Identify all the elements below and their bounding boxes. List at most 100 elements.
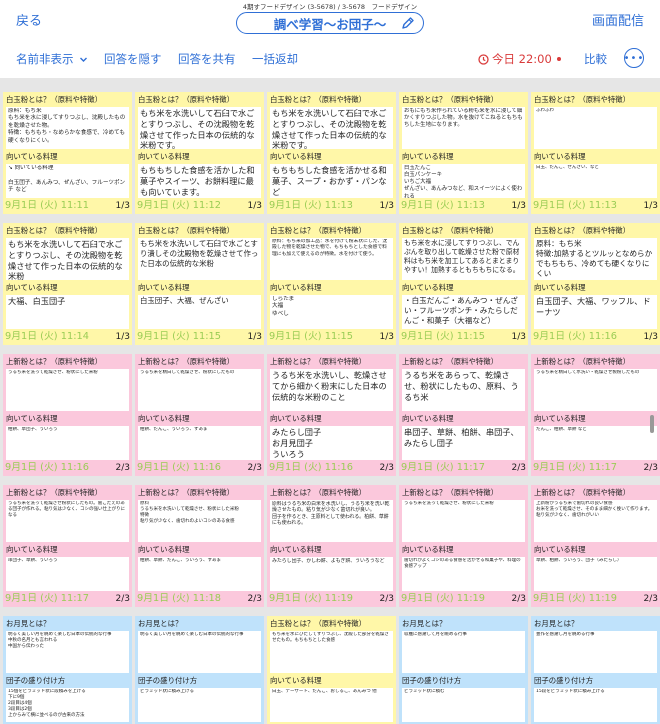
answer-box-2: 串団子、草餅、ういろう — [6, 557, 129, 591]
question-label: 上新粉とは？（原料や特徴） — [6, 357, 103, 366]
submission-time: 9月1日 (火) 11:16 — [5, 462, 89, 473]
answer-box: 原料はうるち米の白米を水洗いし、うるち米を洗い乾燥させたもの。粘り気が少なく歯切… — [270, 500, 393, 542]
student-answer-card[interactable]: 白玉粉とは？（原料や特徴） もち米を水にひたしてすりつぶし、沈殿した部分を乾燥させ… — [267, 616, 396, 724]
answer-text: 原料はうるち米の白米を水洗いし、うるち米を洗い乾燥させたもの。粘り気が少なく歯切… — [272, 501, 390, 527]
answer-box: もち米を水にひたしてすりつぶし、沈殿した部分を乾燥させたもの。もちもちとした食感 — [270, 631, 393, 673]
answer-text: もち米を水洗いして石臼で水ごとすりつぶし、その沈殿物を乾燥させて作った日本の伝統… — [8, 239, 123, 280]
student-answer-card[interactable]: 上新粉とは？（原料や特徴） うるち米を洗って乾燥させ粉状にしたもの。歯ごたえのある… — [3, 485, 132, 607]
page-indicator: 2/3 — [115, 463, 130, 473]
answer-text: 原料：もち米の加工品：水を付けて粉末状にした、沈殿した物を乾燥させた物で、もちも… — [272, 239, 388, 257]
card-footer: 9月1日 (火) 11:12 1/3 — [135, 198, 264, 214]
chevron-down-icon — [80, 57, 88, 62]
answer-box-2: ピラミッド状に積む — [402, 688, 525, 722]
answer-board: 白玉粉とは？（原料や特徴） 原料：もち米 もち米を水に浸してすりつぶし、沈殿したも… — [0, 78, 660, 724]
page-indicator: 2/3 — [115, 594, 130, 604]
student-answer-card[interactable]: 白玉粉とは？（原料や特徴） 原料：もち米の加工品：水を付けて粉末状にした、沈殿した… — [267, 223, 396, 345]
answer-box-2: 白玉、デーザート、だんご、おしるこ、あんみつ 他 — [270, 688, 393, 722]
student-answer-card[interactable]: 白玉粉とは？（原料や特徴） もち米を水洗いして石臼で水ごとすりつぶし、その沈殿物を… — [3, 223, 132, 345]
page-indicator: 2/3 — [511, 594, 526, 604]
submission-time: 9月1日 (火) 11:15 — [401, 331, 485, 342]
student-answer-card[interactable]: お月見とは？ 豊作を感謝し月を眺める行事 団子の盛り付け方 15段をピラミッド状に積み… — [531, 616, 660, 724]
compare-button[interactable]: 比較 — [584, 51, 607, 67]
page-indicator: 1/3 — [115, 332, 130, 342]
hide-answers-button[interactable]: 回答を隠す — [104, 51, 162, 67]
answer-box-2: 15個をピラミッド状に段積みを上げる 下に9個 2段目は4個 3段目は2個 上か… — [6, 688, 129, 722]
answer-text: もち米を水に浸してすりつぶし、でんぷんを取り出して乾燥させた粉で原材料はもち米を… — [404, 239, 520, 274]
card-footer: 9月1日 (火) 11:19 2/3 — [267, 591, 396, 607]
answer-text-2: 白玉、デーザート、だんご、おしるこ、あんみつ 他 — [272, 689, 377, 694]
question-label: 上新粉とは？（原料や特徴） — [138, 488, 235, 497]
assignment-title-button[interactable]: 調べ学習〜お団子〜 — [236, 12, 424, 34]
answer-text: うるち米を洗って乾燥させ粉状にしたもの。歯ごたえのある団子が作れる。粘り気は少な… — [8, 501, 125, 518]
question-label: 白玉粉とは？（原料や特徴） — [138, 226, 235, 235]
student-answer-card[interactable]: 白玉粉とは？（原料や特徴） もち米を水洗いして石臼で水ごとすりつぶし、その沈殿物を… — [135, 92, 264, 214]
student-answer-card[interactable]: 上新粉とは？（原料や特徴） 原料 うるち米を水洗いして乾燥させ、粉状にした米粉 特… — [135, 485, 264, 607]
answer-box-2: ↘ 向いている料理 白玉団子、あんみつ、ぜんざい、フルーツポンチ など — [6, 164, 129, 198]
card-footer: 9月1日 (火) 11:16 2/3 — [3, 460, 132, 476]
bulk-return-button[interactable]: 一括返却 — [252, 51, 298, 67]
student-answer-card[interactable]: お月見とは？ 明るく美しい月を眺めて楽しむ日本の伝統的な行事 中秋の名月とも言われ… — [3, 616, 132, 724]
student-answer-card[interactable]: 上新粉とは？（原料や特徴） うるち米を精白して水洗い・乾燥させ製粉したもの 向いてい… — [531, 354, 660, 476]
share-answers-button[interactable]: 回答を共有 — [178, 51, 236, 67]
answer-text-2: みたらし団子、かしわ餅、よもぎ餅、ういろうなど — [272, 558, 385, 564]
card-row: 上新粉とは？（原料や特徴） うるち米を洗って乾燥させ、粉状にした米粉向いている料理… — [0, 354, 660, 476]
student-answer-card[interactable]: 白玉粉とは？（原料や特徴） 原料：もち米 特徴:加熱するとツルッとなめらかでもちも… — [531, 223, 660, 345]
answer-text-2: 大福、白玉団子 — [8, 296, 66, 306]
student-answer-card[interactable]: 白玉粉とは？（原料や特徴） 原料：もち米 もち米を水に浸してすりつぶし、沈殿したも… — [3, 92, 132, 214]
answer-text: もち米を水洗いして石臼で水ごとすりつぶし、その沈殿物を乾燥させて作った日本の伝統… — [272, 108, 387, 149]
student-answer-card[interactable]: 上新粉とは？（原料や特徴） うるち米を洗って乾燥させ、粉状にした米粉 向いている料理… — [399, 485, 528, 607]
student-answer-card[interactable]: 白玉粉とは？（原料や特徴） もち米を水に浸してすりつぶし、でんぷんを取り出して乾燥… — [399, 223, 528, 345]
student-answer-card[interactable]: 白玉粉とは？（原料や特徴） もち米を水洗いして石臼で水ごとすり潰しその沈殿物を乾燥… — [135, 223, 264, 345]
answer-text: うるち米を洗って乾燥させ、粉状にした米粉 — [8, 370, 98, 375]
screen-share-button[interactable]: 画面配信 — [592, 10, 644, 29]
back-button[interactable]: 戻る — [16, 10, 42, 29]
card-footer: 9月1日 (火) 11:17 2/3 — [399, 460, 528, 476]
answer-box-2: 歯切れがよくコシのある食感を活かせる和菓子や、料理の食感アップ — [402, 557, 525, 591]
student-answer-card[interactable]: 上新粉とは？（原料や特徴） うるち米をあらって、乾燥させ、粉状にしたもの、原料、う… — [399, 354, 528, 476]
page-indicator: 2/3 — [247, 594, 262, 604]
answer-text-2: 歯切れがよくコシのある食感を活かせる和菓子や、料理の食感アップ — [404, 558, 521, 569]
answer-box-2: 串団子、草餅、柏餅、串団子、みたらし団子 — [402, 426, 525, 460]
question-label: 上新粉とは？（原料や特徴） — [534, 357, 631, 366]
student-answer-card[interactable]: 上新粉とは？（原料や特徴） うるち米を水洗いし、乾燥させてから細かく粉末にした日本… — [267, 354, 396, 476]
student-answer-card[interactable]: 上新粉とは？（原料や特徴） うるち米を精白して乾燥させ、粉状にしたもの 向いている料… — [135, 354, 264, 476]
submission-time: 9月1日 (火) 11:15 — [269, 331, 353, 342]
submission-time: 9月1日 (火) 11:16 — [269, 462, 353, 473]
name-visibility-dropdown[interactable]: 名前非表示 — [16, 51, 88, 67]
answer-text-2: ピラミッド状に積む — [404, 689, 445, 694]
student-answer-card[interactable]: 白玉粉とは？（原料や特徴） ふわふわ 向いている料理 白玉、だんご、ぜんざい、など 9月… — [531, 92, 660, 214]
answer-box: もち米を水洗いして石臼で水ごとすりつぶし、その沈殿物を乾燥させて作った日本の伝統… — [270, 107, 393, 149]
submission-time: 9月1日 (火) 11:17 — [533, 462, 617, 473]
student-answer-card[interactable]: 白玉粉とは？（原料や特徴） もち米を水洗いして石臼で水ごとすりつぶし、その沈殿物を… — [267, 92, 396, 214]
student-answer-card[interactable]: 上新粉とは？（原料や特徴） うるち米を洗って乾燥させ、粉状にした米粉 向いている料理… — [3, 354, 132, 476]
card-footer: 9月1日 (火) 11:18 2/3 — [135, 591, 264, 607]
sub-question-label: 向いている料理 — [270, 545, 322, 554]
submission-time: 9月1日 (火) 11:19 — [401, 593, 485, 604]
answer-text-2: だんご、柏餅、草餅 など — [536, 427, 587, 432]
student-answer-card[interactable]: 白玉粉とは？（原料や特徴） おもにもち米作られている粉も米を水に浸して細かくすりつ… — [399, 92, 528, 214]
sub-question-label: 向いている料理 — [6, 152, 58, 161]
answer-box: うるち米を洗って乾燥させ粉状にしたもの。歯ごたえのある団子が作れる。粘り気は少な… — [6, 500, 129, 542]
answer-text: おもにもち米作られている粉も米を水に浸して細かくすりつぶした物。水を抜けてこねる… — [404, 108, 523, 129]
answer-text: もち米を水洗いして石臼で水ごとすりつぶし、その沈殿物を乾燥させて作った日本の伝統… — [140, 108, 255, 149]
answer-text: 上新粉がうるち米で歯切れの良い食感 お米を洗って乾燥させ、そのまま細かく挽いて作… — [536, 501, 653, 518]
answer-text: 収穫に感謝して月を眺める行事 — [404, 632, 467, 637]
student-answer-card[interactable]: 上新粉とは？（原料や特徴） 上新粉がうるち米で歯切れの良い食感 お米を洗って乾燥さ… — [531, 485, 660, 607]
student-answer-card[interactable]: お月見とは？収穫に感謝して月を眺める行事団子の盛り付け方ピラミッド状に積む9月1… — [399, 616, 528, 724]
answer-box: もち米を水洗いして石臼で水ごとすりつぶし、その沈殿物を乾燥させて作った日本の伝統… — [6, 238, 129, 280]
student-answer-card[interactable]: 上新粉とは？（原料や特徴） 原料はうるち米の白米を水洗いし、うるち米を洗い乾燥させ… — [267, 485, 396, 607]
answer-box-2: しらたま 大福 ゆべし — [270, 295, 393, 329]
card-row: 白玉粉とは？（原料や特徴） 原料：もち米 もち米を水に浸してすりつぶし、沈殿したも… — [0, 92, 660, 214]
answer-box: うるち米を水洗いし、乾燥させてから細かく粉末にした日本の伝統的な米粉のこと — [270, 369, 393, 411]
sub-question-label: 団子の盛り付け方 — [6, 676, 66, 685]
answer-text-2: 草餅、柏餅、ういろう、団子（みたらし） — [536, 558, 622, 563]
question-label: 白玉粉とは？（原料や特徴） — [402, 95, 499, 104]
sub-question-label: 向いている料理 — [138, 414, 190, 423]
scrollbar-thumb[interactable] — [650, 415, 654, 433]
more-options-button[interactable]: ••• — [624, 48, 644, 68]
answer-box-2: 白玉団子、大福、ワッフル、ドーナツ — [534, 295, 657, 329]
deadline-indicator[interactable]: 今日 22:00 — [478, 51, 561, 67]
answer-box-2: 草餅、柏餅、ういろう、団子（みたらし） — [534, 557, 657, 591]
answer-text: 明るく美しい月を眺めて楽しむ日本の伝統的な行事 中秋の名月とも言われる 中国から… — [8, 632, 112, 649]
student-answer-card[interactable]: お月見とは？ 明るく美しい月を眺めて楽しむ日本の伝統的な行事 団子の盛り付け方 ピラミ… — [135, 616, 264, 724]
